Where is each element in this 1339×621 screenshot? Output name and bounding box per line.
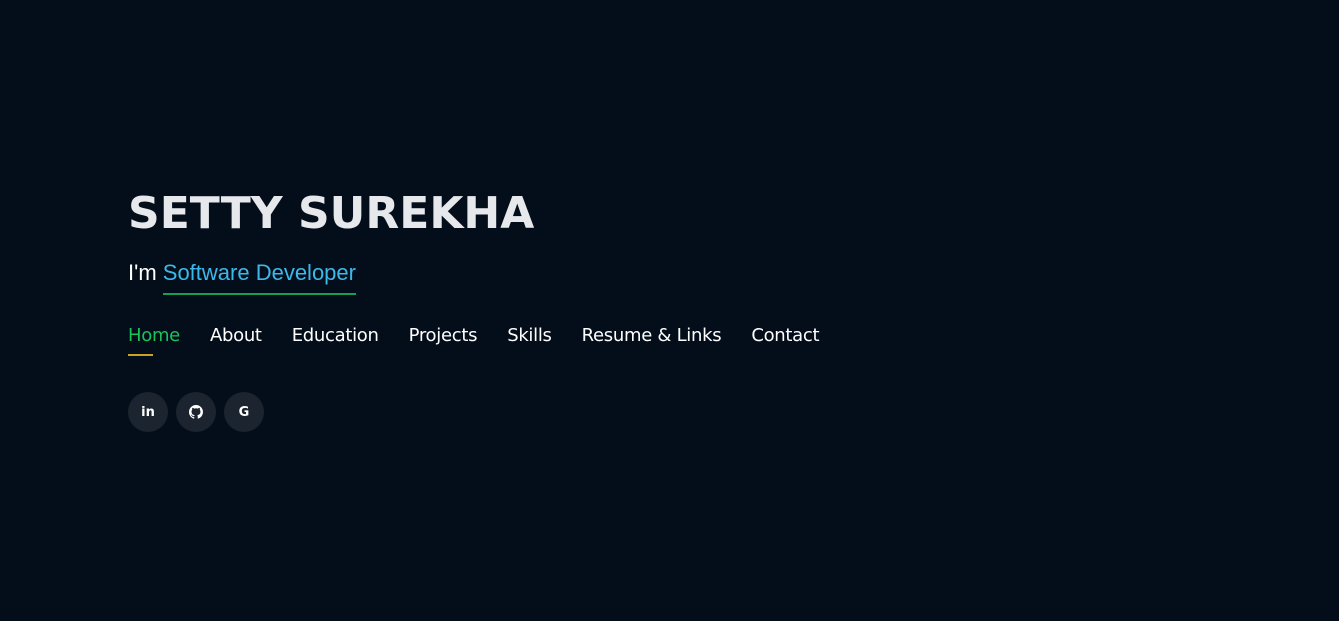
hero-section: SETTY SUREKHA I'm Software Developer Hom… bbox=[128, 0, 1128, 621]
nav-item-skills: Skills bbox=[507, 323, 552, 359]
nav-link-resume-links[interactable]: Resume & Links bbox=[582, 323, 722, 359]
linkedin-button[interactable]: in bbox=[128, 392, 168, 432]
nav-link-contact[interactable]: Contact bbox=[751, 323, 819, 359]
nav-item-projects: Projects bbox=[409, 323, 478, 359]
tagline-typed-role: Software Developer bbox=[162, 258, 356, 295]
hero-tagline: I'm Software Developer bbox=[128, 258, 356, 295]
nav-item-resume-links: Resume & Links bbox=[582, 323, 722, 359]
social-links: in G bbox=[128, 392, 272, 432]
main-nav: Home About Education Projects Skills Res… bbox=[128, 323, 849, 359]
github-icon bbox=[189, 405, 203, 419]
nav-item-about: About bbox=[210, 323, 262, 359]
nav-link-home[interactable]: Home bbox=[128, 323, 180, 359]
linkedin-icon: in bbox=[141, 404, 155, 420]
google-icon: G bbox=[238, 404, 250, 420]
nav-item-education: Education bbox=[292, 323, 379, 359]
github-button[interactable] bbox=[176, 392, 216, 432]
nav-link-skills[interactable]: Skills bbox=[507, 323, 552, 359]
nav-link-about[interactable]: About bbox=[210, 323, 262, 359]
hero-name: SETTY SUREKHA bbox=[128, 188, 535, 239]
google-button[interactable]: G bbox=[224, 392, 264, 432]
nav-item-home: Home bbox=[128, 323, 180, 359]
nav-link-education[interactable]: Education bbox=[292, 323, 379, 359]
tagline-prefix: I'm bbox=[128, 260, 163, 285]
nav-item-contact: Contact bbox=[751, 323, 819, 359]
nav-link-projects[interactable]: Projects bbox=[409, 323, 478, 359]
